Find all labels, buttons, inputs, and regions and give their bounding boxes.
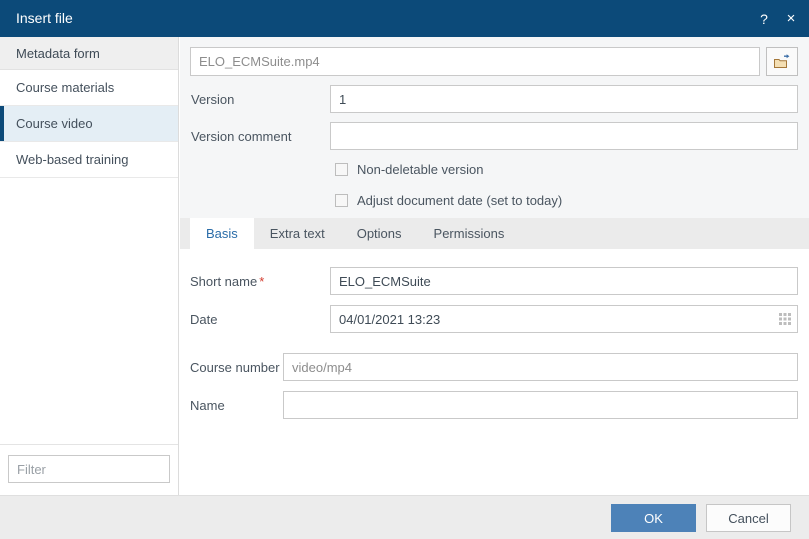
name-row: Name (190, 391, 798, 419)
dialog-titlebar: Insert file ? × (0, 0, 809, 37)
open-folder-glyph (774, 53, 790, 68)
version-input[interactable] (330, 85, 798, 113)
sidebar-item-label: Course video (16, 116, 93, 131)
short-name-label-text: Short name (190, 273, 258, 289)
name-label: Name (190, 397, 225, 413)
sidebar-item-label: Course materials (16, 80, 115, 95)
tab-options[interactable]: Options (341, 218, 418, 249)
cancel-button[interactable]: Cancel (706, 504, 791, 532)
version-comment-input[interactable] (330, 122, 798, 150)
non-deletable-version-row[interactable]: Non-deletable version (190, 162, 798, 177)
dialog-title: Insert file (16, 10, 73, 26)
required-marker: * (259, 273, 265, 289)
close-icon[interactable]: × (783, 10, 799, 28)
non-deletable-version-label: Non-deletable version (357, 162, 484, 177)
sidebar-item-course-materials[interactable]: Course materials (0, 70, 178, 106)
sidebar-filter-area (0, 444, 178, 495)
date-row: Date (190, 305, 798, 333)
adjust-document-date-row[interactable]: Adjust document date (set to today) (190, 193, 798, 208)
sidebar-item-label: Web-based training (16, 152, 129, 167)
open-folder-icon[interactable] (766, 47, 798, 76)
short-name-input-wrap (330, 267, 798, 295)
date-input-wrap (330, 305, 798, 333)
name-input[interactable] (283, 391, 798, 419)
course-number-label: Course number (190, 359, 280, 375)
metadata-tabbar: Basis Extra text Options Permissions (180, 218, 809, 249)
short-name-label: Short name * (190, 274, 330, 289)
help-icon[interactable]: ? (756, 10, 772, 28)
basis-tab-panel: Short name* Date (180, 249, 809, 495)
main-content: Version Version comment Non-deletable ve… (180, 37, 809, 495)
sidebar-header: Metadata form (0, 37, 178, 70)
tab-basis[interactable]: Basis (190, 218, 254, 249)
filter-input[interactable] (8, 455, 170, 483)
course-number-row: Course number (190, 353, 798, 381)
adjust-document-date-label: Adjust document date (set to today) (357, 193, 563, 208)
file-row (190, 47, 798, 76)
name-input-wrap (283, 391, 798, 419)
titlebar-actions: ? × (756, 0, 799, 37)
metadata-form-sidebar: Metadata form Course materials Course vi… (0, 37, 179, 495)
course-number-input[interactable] (283, 353, 798, 381)
insert-file-dialog: Insert file ? × Metadata form Course mat… (0, 0, 809, 539)
calendar-icon[interactable] (779, 313, 791, 325)
calendar-glyph (779, 313, 791, 325)
adjust-document-date-checkbox[interactable] (335, 194, 348, 207)
sidebar-item-course-video[interactable]: Course video (0, 106, 178, 142)
version-row: Version (190, 85, 798, 113)
non-deletable-version-checkbox[interactable] (335, 163, 348, 176)
ok-button[interactable]: OK (611, 504, 696, 532)
date-input[interactable] (330, 305, 798, 333)
file-path-input[interactable] (190, 47, 760, 76)
dialog-footer: OK Cancel (0, 495, 809, 539)
short-name-input[interactable] (330, 267, 798, 295)
course-number-input-wrap (283, 353, 798, 381)
version-comment-label: Version comment (191, 128, 292, 144)
tab-permissions[interactable]: Permissions (418, 218, 521, 249)
tab-extra-text[interactable]: Extra text (254, 218, 341, 249)
sidebar-item-web-based-training[interactable]: Web-based training (0, 142, 178, 178)
short-name-row: Short name * (190, 267, 798, 295)
date-label: Date (190, 311, 218, 327)
file-and-version-section: Version Version comment Non-deletable ve… (180, 37, 809, 218)
footer-buttons: OK Cancel (611, 504, 791, 532)
version-label: Version (191, 91, 235, 107)
version-comment-row: Version comment (190, 122, 798, 150)
